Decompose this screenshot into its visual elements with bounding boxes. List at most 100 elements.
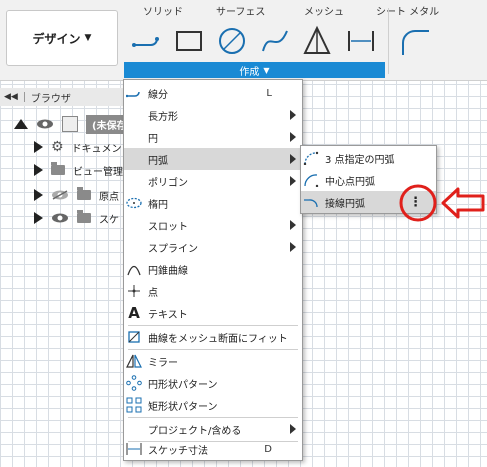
triangle-tool-icon[interactable]: [300, 24, 334, 58]
tree-row-label: ビュー管理: [73, 166, 123, 178]
menu-item-text[interactable]: A テキスト: [124, 302, 302, 324]
mesh-fit-icon: [124, 327, 144, 347]
folder-icon: [51, 162, 65, 175]
collapse-icon[interactable]: ◀◀: [4, 92, 18, 102]
chevron-right-icon: [290, 132, 296, 142]
menu-item-label: テキスト: [148, 309, 188, 321]
line-tool-icon[interactable]: [130, 24, 164, 58]
tree-row-named-views[interactable]: ビュー管理: [34, 160, 123, 180]
menu-item-label: 円弧: [148, 155, 168, 167]
chevron-right-icon: [290, 154, 296, 164]
menu-item-label: 線分: [148, 89, 168, 101]
toolbar-divider: [388, 8, 389, 74]
tree-row-label: 原点: [99, 191, 119, 203]
conic-icon: [124, 259, 144, 279]
menu-item-polygon[interactable]: ポリゴン: [124, 170, 302, 192]
spline-tool-icon[interactable]: [258, 24, 292, 58]
menu-item-label: 円: [148, 133, 158, 145]
tree-row-root[interactable]: (未保存: [14, 114, 133, 134]
menu-item-spline[interactable]: スプライン: [124, 236, 302, 258]
tree-row-label: スケ: [99, 214, 119, 226]
submenu-item-label: 接線円弧: [325, 198, 365, 210]
menu-item-rectangle[interactable]: 長方形: [124, 104, 302, 126]
tab-sheet-metal[interactable]: シート メタル: [376, 3, 439, 18]
tab-solid[interactable]: ソリッド: [143, 3, 183, 18]
menu-item-rect-pattern[interactable]: 矩形状パターン: [124, 394, 302, 416]
tab-surface[interactable]: サーフェス: [216, 3, 265, 18]
center-point-arc-icon: [301, 170, 321, 190]
expand-icon[interactable]: [34, 141, 43, 153]
sketch-dimension-icon: [124, 439, 144, 459]
rectangle-tool-icon[interactable]: [172, 24, 206, 58]
menu-item-ellipse[interactable]: 楕円: [124, 192, 302, 214]
menu-item-circular-pattern[interactable]: 円形状パターン: [124, 372, 302, 394]
shortcut-label: D: [264, 443, 272, 455]
submenu-item-label: 中心点円弧: [325, 176, 375, 188]
ellipse-icon: [124, 193, 144, 213]
toolbar: デザイン ▼ ソリッド サーフェス メッシュ シート メタル 作成 ▼: [0, 0, 487, 81]
workspace-switcher-button[interactable]: デザイン ▼: [6, 10, 118, 66]
menu-item-label: スプライン: [148, 243, 198, 255]
create-label: 作成: [239, 66, 260, 78]
tab-mesh[interactable]: メッシュ: [304, 3, 344, 18]
blank-icon: [124, 215, 144, 235]
submenu-item-three-point-arc[interactable]: 3 点指定の円弧: [301, 147, 436, 169]
tree-row-origin[interactable]: 原点: [34, 185, 119, 205]
create-menu-button[interactable]: 作成 ▼: [124, 62, 385, 78]
menu-item-circle[interactable]: 円: [124, 126, 302, 148]
expand-icon[interactable]: [34, 164, 43, 176]
chevron-down-icon: ▼: [84, 33, 92, 43]
workspace-label: デザイン: [32, 31, 81, 46]
component-icon: [62, 116, 78, 132]
tree-row-label: ドキュメン: [71, 143, 122, 155]
blank-icon: [124, 127, 144, 147]
create-menu: 線分 L 長方形 円 円弧 ポリゴン 楕円 スロット スプライン 円錐曲線 点 …: [123, 79, 303, 461]
menu-item-project-include[interactable]: プロジェクト/含める: [124, 418, 302, 440]
browser-title: ブラウザ: [30, 93, 71, 105]
expand-icon[interactable]: [34, 189, 43, 201]
folder-icon: [77, 210, 91, 223]
tree-row-sketches[interactable]: スケ: [34, 208, 119, 228]
menu-item-label: ミラー: [148, 357, 178, 369]
menu-item-label: 長方形: [148, 111, 178, 123]
menu-item-line[interactable]: 線分 L: [124, 82, 302, 104]
divider: [23, 92, 25, 102]
toolbar-tabs: ソリッド サーフェス メッシュ シート メタル: [0, 3, 487, 18]
line-icon: [124, 83, 144, 103]
annotation-circle: [399, 184, 437, 222]
chevron-right-icon: [290, 220, 296, 230]
eye-hidden-icon[interactable]: [51, 190, 69, 200]
folder-icon: [77, 187, 91, 200]
submenu-item-label: 3 点指定の円弧: [325, 154, 395, 166]
menu-item-mirror[interactable]: ミラー: [124, 350, 302, 372]
expand-icon[interactable]: [34, 212, 43, 224]
eye-icon[interactable]: [36, 119, 54, 129]
blank-icon: [124, 105, 144, 125]
chevron-down-icon: ▼: [263, 65, 270, 75]
blank-icon: [124, 237, 144, 257]
menu-item-slot[interactable]: スロット: [124, 214, 302, 236]
menu-item-label: スロット: [148, 221, 188, 233]
circle-tool-icon[interactable]: [215, 24, 249, 58]
gear-icon: ⚙: [51, 139, 64, 155]
menu-item-label: 点: [148, 287, 158, 299]
chevron-right-icon: [290, 242, 296, 252]
three-point-arc-icon: [301, 148, 321, 168]
annotation-overlay: [399, 184, 485, 222]
shortcut-label: L: [266, 87, 272, 99]
menu-item-label: 円形状パターン: [148, 379, 218, 391]
menu-item-label: ポリゴン: [148, 177, 188, 189]
eye-icon[interactable]: [51, 213, 69, 223]
expand-icon[interactable]: [14, 119, 28, 129]
menu-item-arc[interactable]: 円弧: [124, 148, 302, 170]
blank-icon: [124, 419, 144, 439]
menu-item-conic[interactable]: 円錐曲線: [124, 258, 302, 280]
annotation-arrow-icon: [441, 187, 485, 219]
dimension-tool-icon[interactable]: [344, 24, 378, 58]
menu-item-fit-curve[interactable]: 曲線をメッシュ断面にフィット: [124, 326, 302, 348]
fillet-tool-icon[interactable]: [396, 24, 430, 58]
text-icon: A: [128, 304, 140, 322]
menu-item-sketch-dimension[interactable]: スケッチ寸法 D: [124, 438, 302, 460]
tree-row-document-settings[interactable]: ⚙ ドキュメン: [34, 137, 122, 157]
menu-item-point[interactable]: 点: [124, 280, 302, 302]
